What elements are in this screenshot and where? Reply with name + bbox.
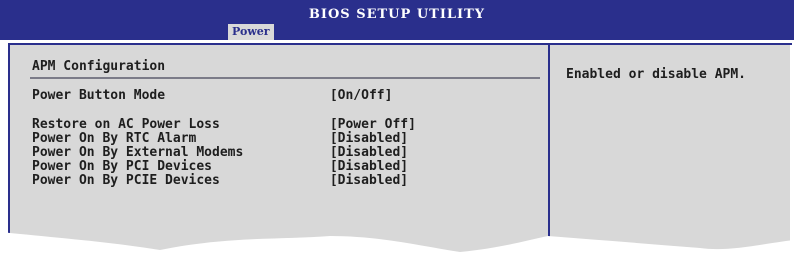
torn-edge-decoration: [0, 232, 794, 266]
